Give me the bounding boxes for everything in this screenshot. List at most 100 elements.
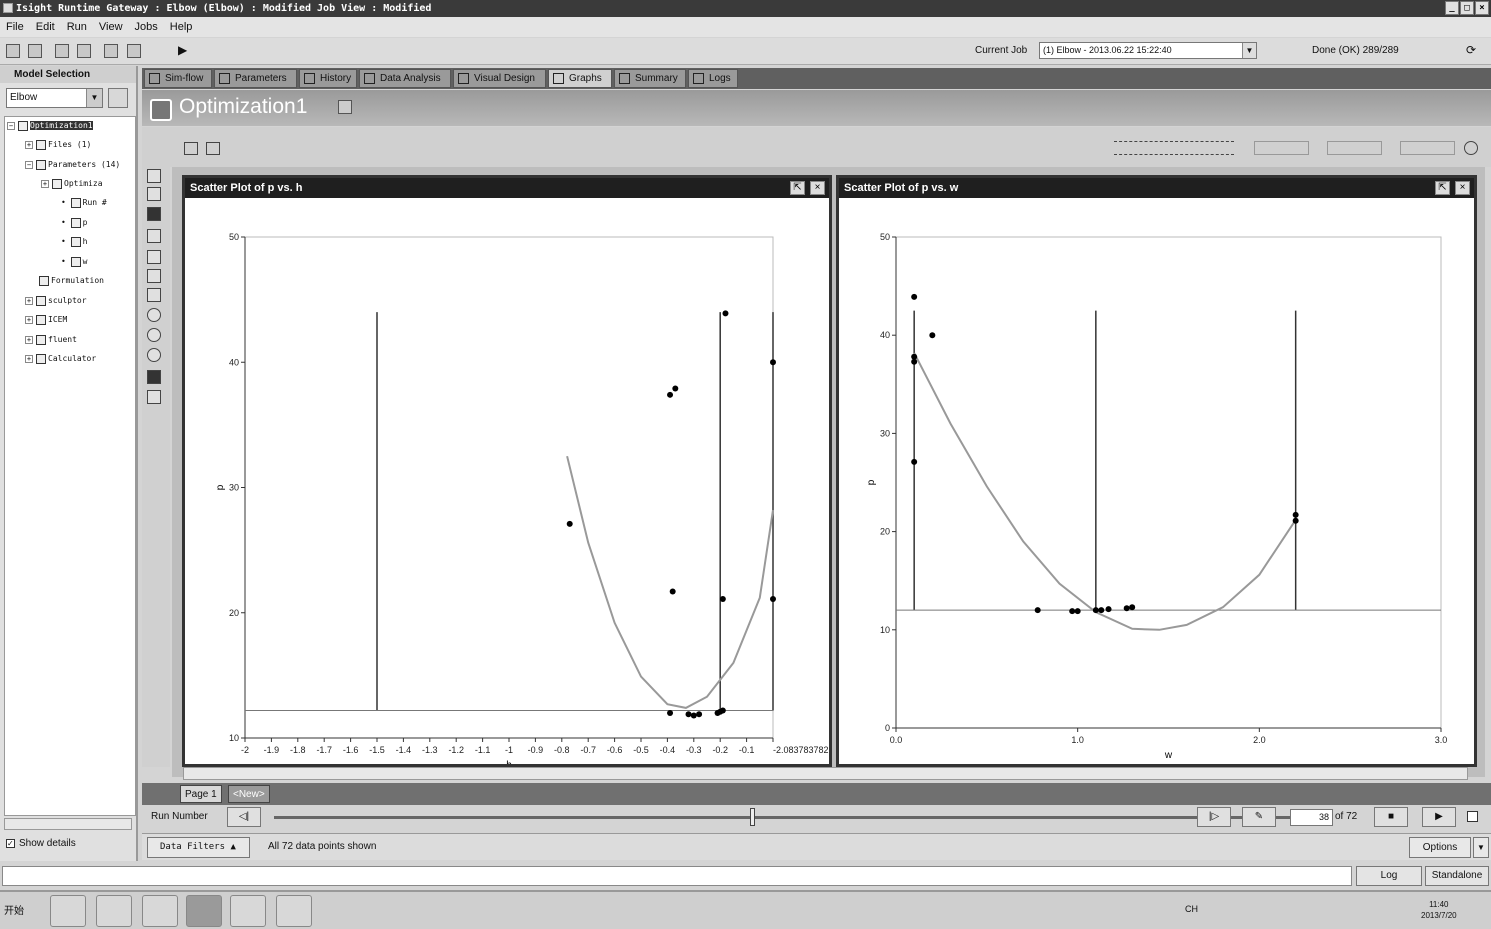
menu-jobs[interactable]: Jobs [135,17,158,37]
taskbar-app-explorer[interactable] [50,895,86,927]
graphs-scrollbar[interactable] [183,767,1468,780]
minimize-button[interactable]: _ [1445,1,1459,15]
refresh-icon[interactable]: ⟳ [1466,43,1476,57]
scatter-plot-p-vs-w[interactable]: 0.0 1.0 2.0 3.0 0 10 20 30 40 50 w p [839,198,1474,764]
hand-icon[interactable] [147,250,161,264]
menu-view[interactable]: View [99,17,123,37]
loop-checkbox[interactable] [1467,811,1478,822]
close-icon[interactable]: × [1455,181,1470,195]
tree-item-optimization1[interactable]: − Optimization1 [7,119,93,133]
settings-icon[interactable] [127,44,141,58]
log-button[interactable]: Log [1356,866,1422,886]
tree-item-icem[interactable]: + ICEM [25,313,67,327]
zoom-in-icon[interactable] [147,308,161,322]
tree-item-calculator[interactable]: + Calculator [25,352,96,366]
settings-icon[interactable] [1464,141,1478,155]
taskbar-app-editor[interactable] [96,895,132,927]
tree-item-p[interactable]: • p [61,216,87,230]
tab-data-analysis[interactable]: Data Analysis [359,69,451,88]
run-slider-thumb[interactable] [750,808,755,826]
compare-icon[interactable] [104,44,118,58]
tree-item-optimiza[interactable]: + Optimiza [41,177,103,191]
reset-zoom-icon[interactable] [147,348,161,362]
options-button[interactable]: Options [1409,837,1471,858]
maximize-icon[interactable]: ⇱ [790,181,805,195]
maximize-icon[interactable]: ⇱ [1435,181,1450,195]
taskbar-app-isight[interactable] [142,895,178,927]
zoom-out-icon[interactable] [147,328,161,342]
grid-icon[interactable] [147,370,161,384]
tree-item-files[interactable]: + Files (1) [25,138,91,152]
stop-button[interactable]: ■ [1374,807,1408,827]
start-button[interactable]: 开始 [2,900,42,924]
tab-parameters[interactable]: Parameters [214,69,297,88]
brush-icon[interactable] [147,229,161,243]
menu-file[interactable]: File [6,17,24,37]
chevron-down-icon[interactable]: ▼ [86,89,102,107]
last-run-button[interactable]: |▷ [1197,807,1231,827]
add-chart-icon[interactable] [184,142,198,155]
close-icon[interactable]: × [810,181,825,195]
lasso-icon[interactable] [147,288,161,302]
tree-scrollbar[interactable] [4,818,132,830]
show-details-checkbox[interactable]: ✓ Show details [6,838,76,849]
tab-history[interactable]: History [299,69,357,88]
save-icon[interactable] [55,44,69,58]
taskbar-app-browser[interactable] [276,895,312,927]
x-axis-spinner[interactable] [1254,141,1309,155]
first-run-button[interactable]: ◁| [227,807,261,827]
plot-window-p-vs-h[interactable]: Scatter Plot of p vs. h ⇱ × -2 -1.9 -1.8 -1… [182,175,832,767]
tab-graphs[interactable]: Graphs [548,69,612,88]
tree-item-formulation[interactable]: Formulation [39,274,104,288]
copy-icon[interactable] [147,390,161,404]
tree-item-fluent[interactable]: + fluent [25,333,77,347]
color-icon[interactable] [147,207,161,221]
select-icon[interactable] [147,187,161,201]
taskbar-app-media[interactable] [230,895,266,927]
tab-visual-design[interactable]: Visual Design [453,69,546,88]
y-axis-spinner[interactable] [1327,141,1382,155]
plot-window-p-vs-w[interactable]: Scatter Plot of p vs. w ⇱ × 0.0 1.0 2.0 3.0… [836,175,1477,767]
tab-new-page[interactable]: <New> [228,785,270,803]
model-edit-button[interactable] [108,88,128,108]
layout-icons[interactable] [1114,141,1234,155]
tab-sim-flow[interactable]: Sim-flow [144,69,212,88]
standalone-button[interactable]: Standalone [1425,866,1489,886]
chevron-down-icon[interactable]: ▼ [1473,837,1489,858]
maximize-button[interactable]: □ [1460,1,1474,15]
run-number-input[interactable]: 38 [1290,809,1333,826]
tree-item-w[interactable]: • w [61,255,87,269]
menu-edit[interactable]: Edit [36,17,55,37]
tab-summary[interactable]: Summary [614,69,686,88]
model-select[interactable]: Elbow ▼ [6,88,103,108]
close-button[interactable]: × [1475,1,1489,15]
play-button[interactable]: ▶ [1422,807,1456,827]
data-filters-button[interactable]: Data Filters ▲ [147,837,250,858]
new-job-icon[interactable] [6,44,20,58]
tree-item-h[interactable]: • h [61,235,87,249]
run-slider[interactable] [274,816,1319,819]
tree-item-run[interactable]: • Run # [61,196,107,210]
z-axis-spinner[interactable] [1400,141,1455,155]
edit-run-button[interactable]: ✎ [1242,807,1276,827]
taskbar-app-isight-gateway[interactable] [186,895,222,927]
menu-help[interactable]: Help [170,17,193,37]
command-input[interactable] [2,866,1352,886]
tab-logs[interactable]: Logs [688,69,738,88]
rect-zoom-icon[interactable] [147,269,161,283]
current-job-select[interactable]: (1) Elbow - 2013.06.22 15:22:40 ▼ [1039,42,1257,59]
tree-item-parameters[interactable]: − Parameters (14) [25,158,120,172]
tab-page-1[interactable]: Page 1 [180,785,222,803]
chevron-down-icon[interactable]: ▼ [1242,43,1256,58]
open-icon[interactable] [28,44,42,58]
table-icon[interactable] [206,142,220,155]
edit-icon[interactable] [338,100,352,114]
run-icon[interactable]: ▶ [178,43,187,57]
tree-item-sculptor[interactable]: + sculptor [25,294,87,308]
pointer-icon[interactable] [147,169,161,183]
scatter-plot-p-vs-h[interactable]: -2 -1.9 -1.8 -1.7 -1.6 -1.5 -1.4 -1.3 -1.2 -1.1 -1… [185,198,829,764]
menu-run[interactable]: Run [67,17,87,37]
system-clock[interactable]: 11:40 2013/7/20 [1421,899,1457,921]
system-tray[interactable]: CH [1185,904,1198,914]
copy-icon[interactable] [77,44,91,58]
